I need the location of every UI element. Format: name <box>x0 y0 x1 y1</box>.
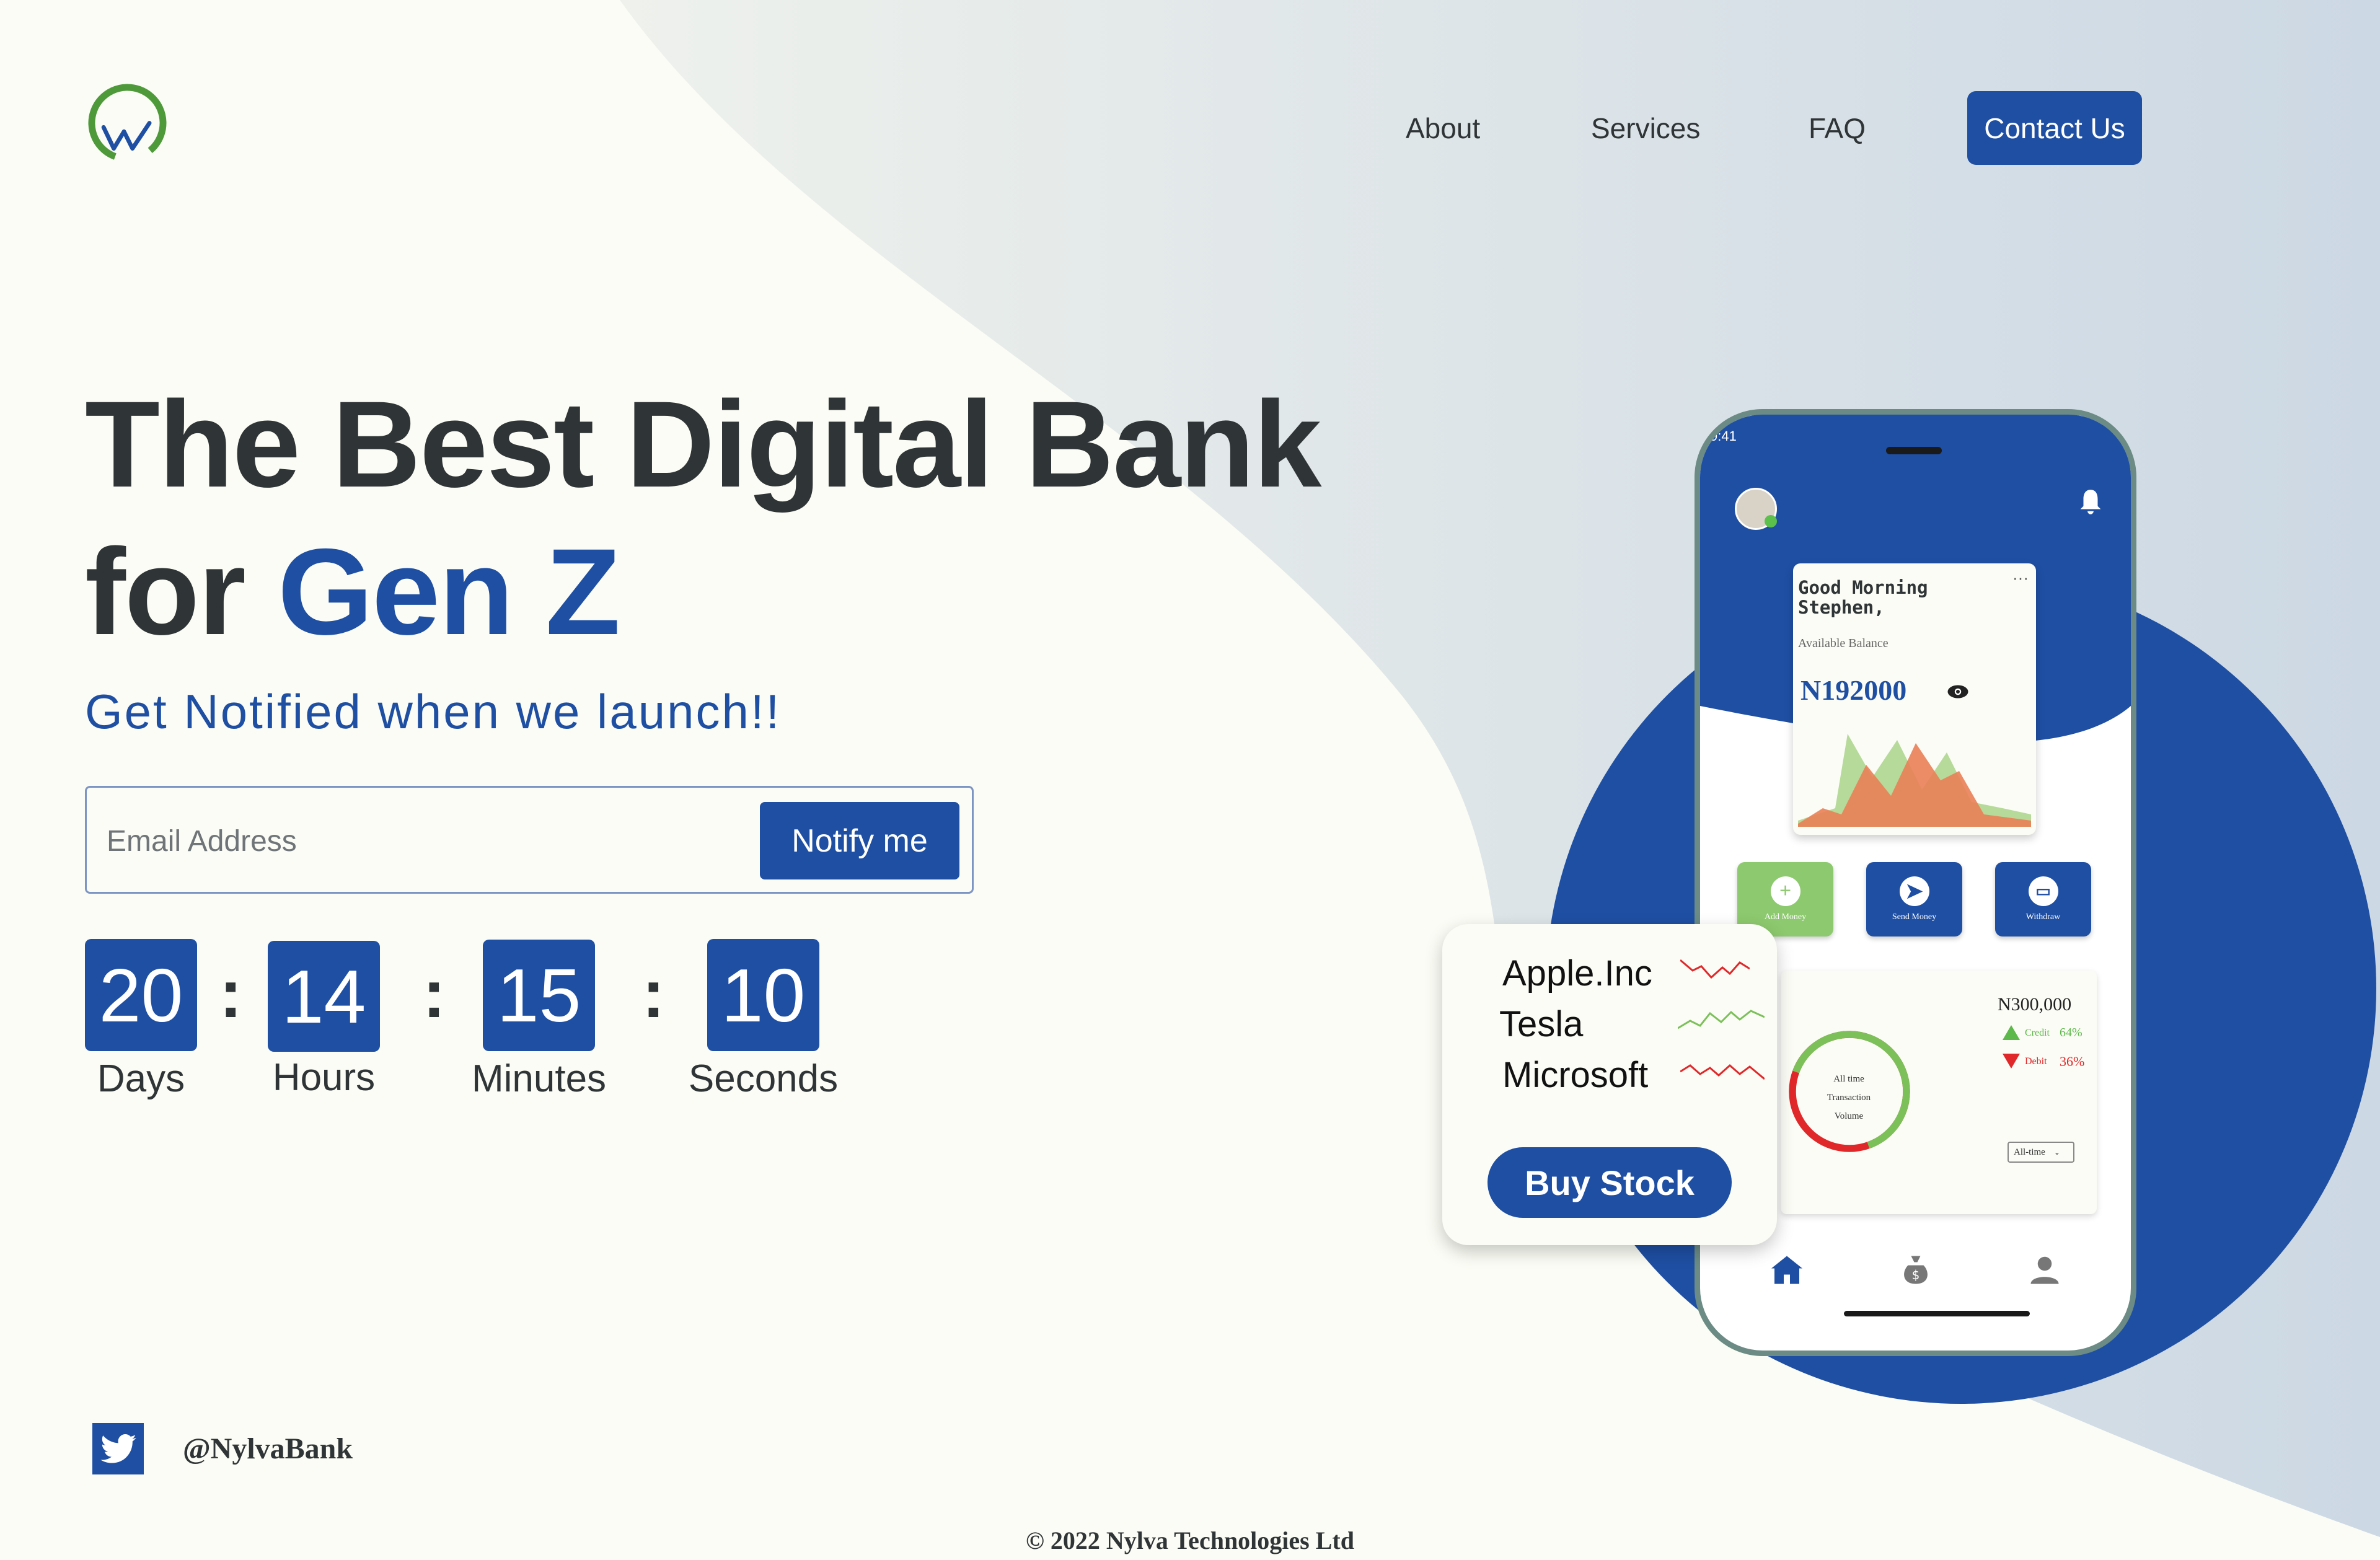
stock-trend-tesla <box>1678 1010 1765 1029</box>
more-icon[interactable]: ··· <box>2012 568 2029 588</box>
credit-percent: 64% <box>2060 1026 2082 1039</box>
plus-icon: + <box>1770 876 1800 906</box>
countdown-minutes-label: Minutes <box>471 1057 607 1100</box>
footer-copyright: © 2022 Nylva Technologies Ltd <box>1026 1527 1354 1554</box>
greeting-line1: Good Morning <box>1798 577 1928 598</box>
send-money-button[interactable]: ➤ Send Money <box>1866 862 1962 936</box>
hero-title-line2: for Gen Z <box>85 531 620 653</box>
notify-form: Notify me <box>85 786 974 894</box>
hero-title-prefix: for <box>85 523 278 660</box>
bell-icon[interactable] <box>2078 488 2103 516</box>
contact-us-button[interactable]: Contact Us <box>1967 91 2142 165</box>
withdraw-button[interactable]: ▭ Withdraw <box>1995 862 2091 936</box>
send-money-label: Send Money <box>1892 912 1937 922</box>
add-money-label: Add Money <box>1764 912 1807 922</box>
balance-card: Good Morning Stephen, ··· Available Balan… <box>1793 563 2036 835</box>
eye-icon[interactable] <box>1947 684 1969 699</box>
countdown-hours-value: 14 <box>268 941 380 1052</box>
credit-label: Credit <box>2025 1028 2050 1038</box>
hero-title-accent: Gen Z <box>277 523 620 660</box>
countdown-days-label: Days <box>97 1057 185 1100</box>
countdown-seconds-label: Seconds <box>688 1057 839 1100</box>
twitter-link[interactable] <box>92 1423 144 1474</box>
countdown-hours-label: Hours <box>272 1056 376 1099</box>
send-icon: ➤ <box>1899 876 1929 906</box>
donut-label-line2: Transaction <box>1827 1093 1871 1103</box>
stats-amount: N300,000 <box>1998 994 2072 1015</box>
twitter-icon <box>100 1434 136 1463</box>
nav-faq[interactable]: FAQ <box>1809 112 1866 145</box>
time-filter-select[interactable]: All-time ⌄ <box>2008 1142 2074 1163</box>
profile-icon[interactable] <box>2026 1251 2063 1289</box>
chevron-down-icon: ⌄ <box>2053 1147 2060 1157</box>
card-icon: ▭ <box>2028 876 2058 906</box>
countdown-separator: : <box>423 956 446 1032</box>
countdown-seconds-value: 10 <box>707 939 819 1051</box>
stock-name-microsoft: Microsoft <box>1502 1055 1649 1095</box>
hero-title-line1: The Best Digital Bank <box>85 376 1321 513</box>
balance-area-chart <box>1798 734 2031 827</box>
stock-trend-apple <box>1680 959 1750 979</box>
donut-label-line3: Volume <box>1834 1111 1864 1121</box>
brand-logo[interactable] <box>85 81 170 165</box>
stock-card: Apple.Inc Tesla Microsoft Buy Stock <box>1442 924 1777 1245</box>
svg-text:$: $ <box>1912 1267 1920 1282</box>
hero-subheading: Get Notified when we launch!! <box>85 684 782 739</box>
nav-services[interactable]: Services <box>1591 112 1700 145</box>
stock-trend-microsoft <box>1680 1064 1765 1080</box>
money-bag-icon[interactable]: $ <box>1897 1251 1934 1289</box>
countdown-separator: : <box>219 956 242 1032</box>
countdown-days-value: 20 <box>85 939 197 1051</box>
stock-name-tesla: Tesla <box>1499 1004 1584 1044</box>
phone-bottom-nav: $ <box>1700 1245 2131 1316</box>
donut-label: All time Transaction Volume <box>1812 1070 1886 1126</box>
home-icon[interactable] <box>1768 1251 1805 1289</box>
countdown-minutes-value: 15 <box>483 940 595 1051</box>
greeting: Good Morning Stephen, <box>1798 578 1928 618</box>
time-filter-value: All-time <box>2014 1147 2045 1157</box>
withdraw-label: Withdraw <box>2025 912 2061 922</box>
online-status-dot <box>1765 515 1777 527</box>
twitter-handle[interactable]: @NylvaBank <box>183 1432 353 1466</box>
greeting-name: Stephen, <box>1798 596 1885 618</box>
stock-name-apple: Apple.Inc <box>1502 953 1652 994</box>
email-input[interactable] <box>105 805 821 877</box>
nav-about[interactable]: About <box>1406 112 1480 145</box>
home-indicator <box>1844 1311 2030 1316</box>
notify-me-button[interactable]: Notify me <box>760 802 959 879</box>
balance-amount: N192000 <box>1800 674 1907 706</box>
transaction-stats-card: All time Transaction Volume N300,000 Cre… <box>1781 971 2097 1214</box>
phone-speaker <box>1886 447 1942 454</box>
buy-stock-button[interactable]: Buy Stock <box>1488 1147 1732 1218</box>
countdown-separator: : <box>642 956 665 1032</box>
status-time: 9:41 <box>1710 428 1737 444</box>
donut-label-line1: All time <box>1833 1074 1864 1084</box>
debit-down-icon <box>2003 1054 2020 1069</box>
debit-label: Debit <box>2025 1056 2047 1067</box>
debit-percent: 36% <box>2060 1054 2085 1069</box>
credit-up-icon <box>2003 1025 2020 1040</box>
available-balance-label: Available Balance <box>1798 637 1889 650</box>
